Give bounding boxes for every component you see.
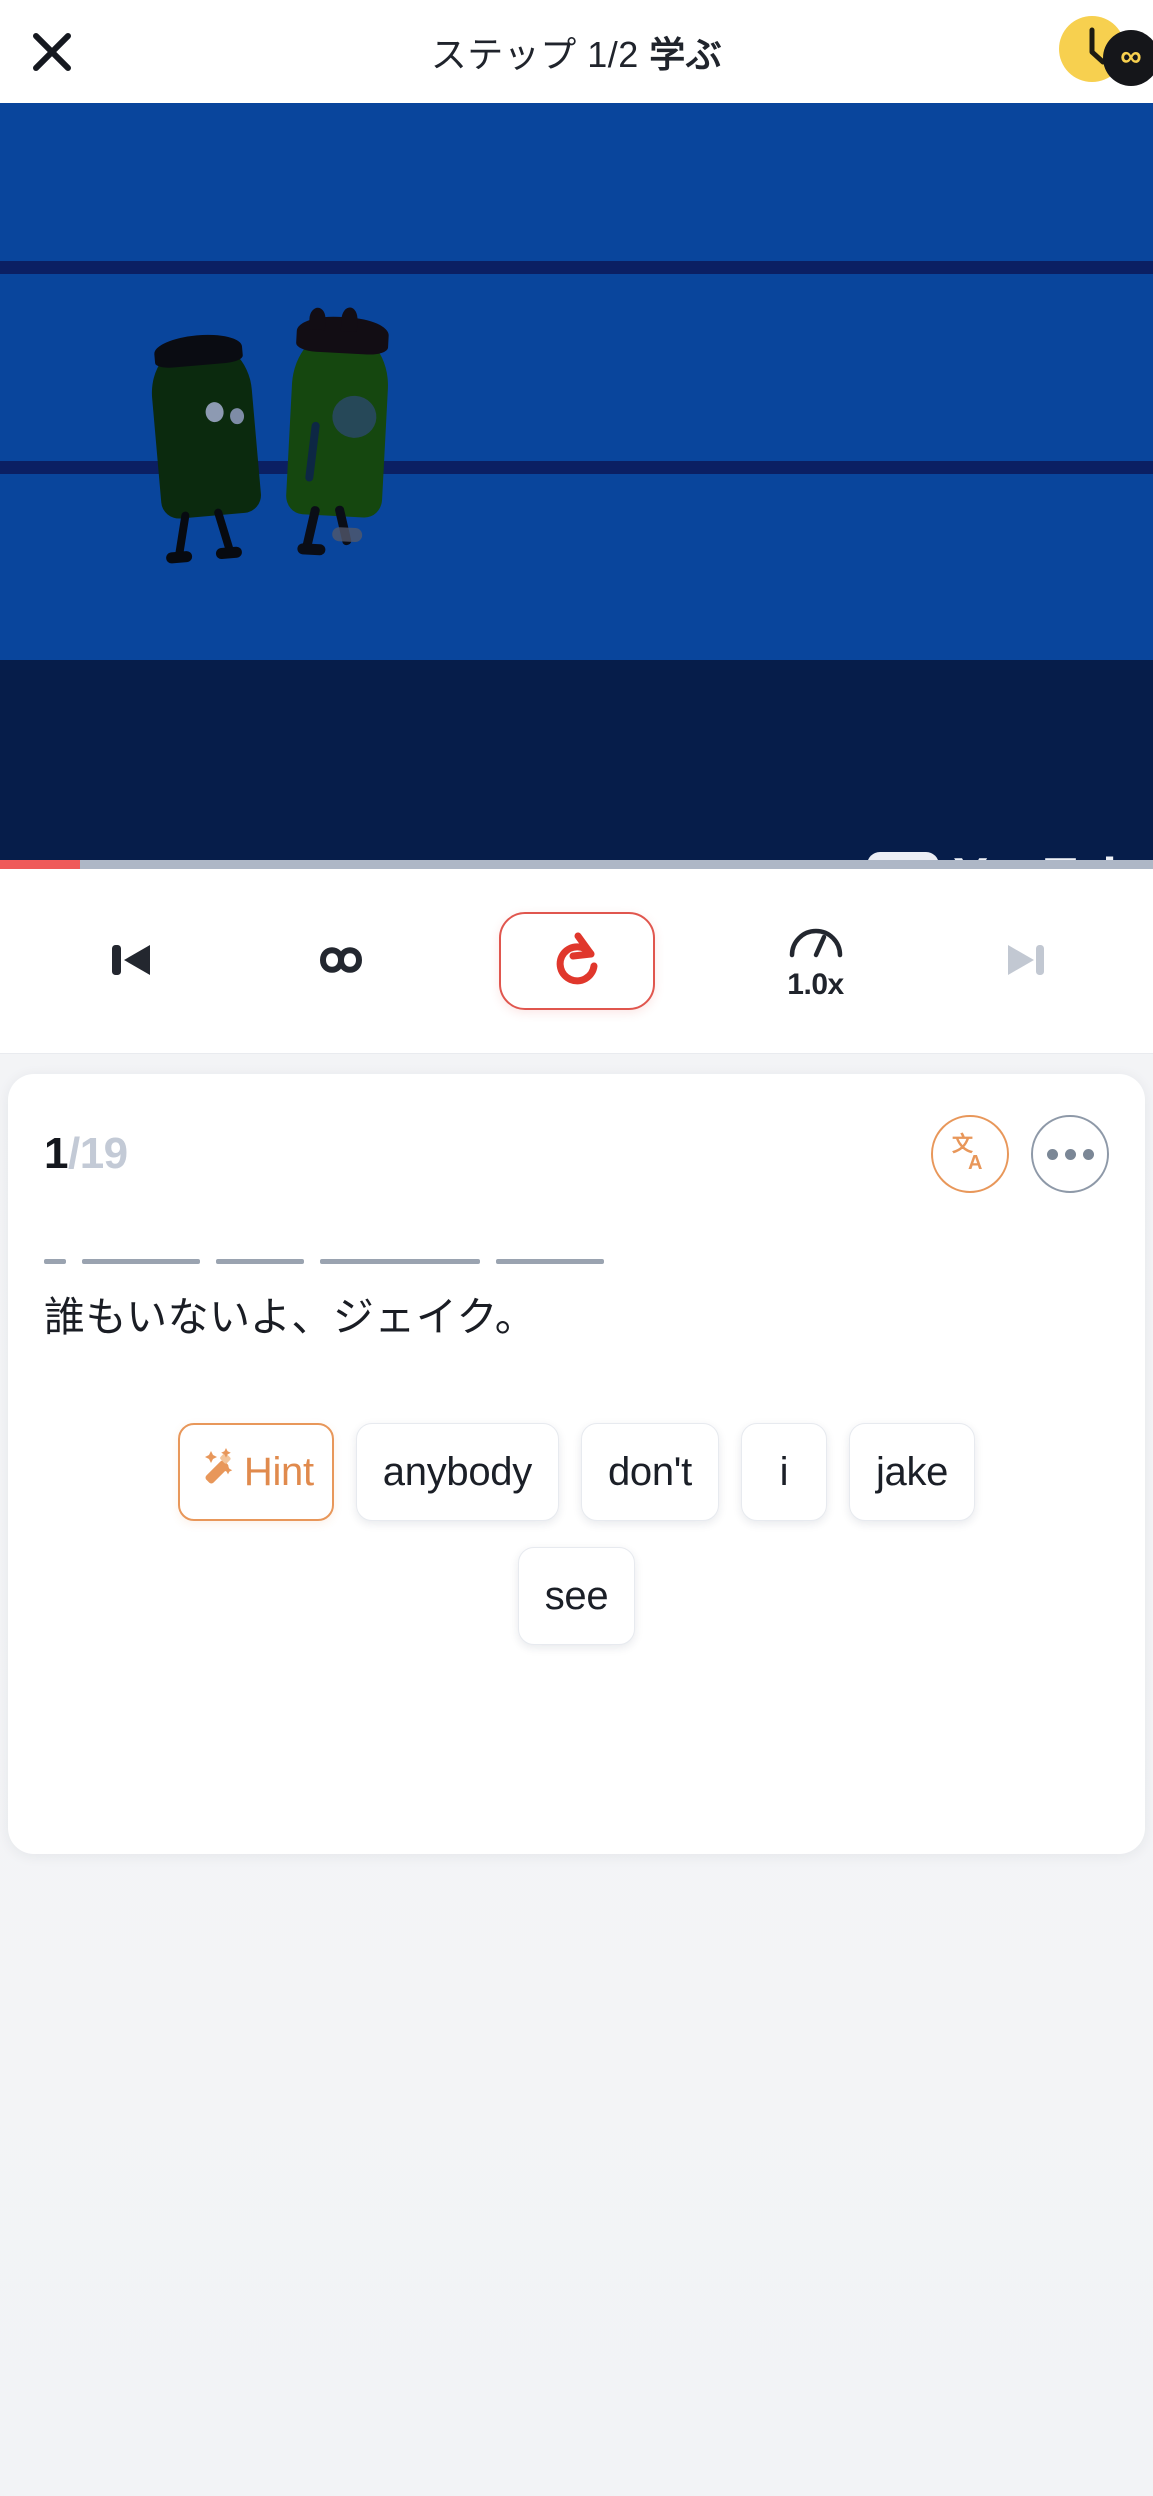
infinity-symbol: ∞: [1120, 39, 1142, 73]
word-choice[interactable]: i: [740, 1423, 827, 1522]
video-player[interactable]: YouTube: [0, 103, 1153, 860]
page-title-mode: 学ぶ: [649, 33, 723, 75]
playback-speed-label: 1.0x: [787, 967, 844, 1001]
playback-controls: 1.0x: [0, 869, 1153, 1054]
answer-blank: [496, 1259, 604, 1264]
video-progress-fill: [0, 860, 80, 869]
word-choice[interactable]: anybody: [355, 1423, 559, 1522]
youtube-watermark: YouTube: [867, 851, 1153, 860]
next-sentence-button[interactable]: [977, 933, 1073, 990]
skip-previous-icon: [102, 933, 156, 990]
replay-icon: [549, 930, 605, 993]
streak-badge[interactable]: ∞: [1059, 15, 1153, 88]
learn-screen: ステップ 1/2 学ぶ ∞ 1.0x 1/19 文 A 誰もいないよ、ジェイク。…: [0, 0, 1153, 2496]
sentence-counter: 1/19: [44, 1129, 128, 1179]
translate-button[interactable]: 文 A: [931, 1115, 1009, 1193]
word-choices-row-1: Hint anybody don't i jake: [44, 1423, 1109, 1522]
more-options-icon: [1046, 1148, 1094, 1160]
sentence-card: 1/19 文 A 誰もいないよ、ジェイク。 Hint anybody don't…: [8, 1074, 1145, 1854]
video-horizon-line-1: [0, 261, 1153, 274]
video-progress-bar[interactable]: [0, 860, 1153, 869]
page-title-step: ステップ 1/2: [430, 33, 650, 75]
speedometer-icon: [786, 921, 846, 964]
infinity-badge: ∞: [1103, 29, 1153, 86]
word-choices-row-2: see: [44, 1547, 1109, 1646]
app-header: ステップ 1/2 学ぶ ∞: [0, 0, 1153, 103]
youtube-play-icon: [867, 852, 940, 860]
video-ground: [0, 660, 1153, 860]
sentence-counter-current: 1: [44, 1129, 68, 1178]
card-header: 1/19 文 A: [44, 1114, 1109, 1194]
svg-text:A: A: [968, 1152, 982, 1174]
card-actions: 文 A: [931, 1115, 1109, 1193]
answer-blank: [44, 1259, 66, 1264]
sentence-translation: 誰もいないよ、ジェイク。: [44, 1294, 537, 1340]
word-choice[interactable]: don't: [580, 1423, 719, 1522]
playback-speed-button[interactable]: 1.0x: [768, 921, 864, 1002]
replay-button[interactable]: [498, 912, 655, 1010]
infinity-loop-icon: [301, 933, 375, 990]
word-choice[interactable]: see: [517, 1547, 636, 1646]
hint-button[interactable]: Hint: [177, 1423, 334, 1522]
word-choice[interactable]: jake: [848, 1423, 976, 1522]
answer-blanks: [44, 1242, 1109, 1264]
answer-blank: [82, 1259, 200, 1264]
youtube-wordmark: YouTube: [953, 851, 1153, 860]
magic-wand-icon: [198, 1445, 242, 1499]
loop-toggle-button[interactable]: [290, 933, 386, 990]
skip-next-icon: [998, 933, 1052, 990]
answer-blank: [216, 1259, 304, 1264]
page-title: ステップ 1/2 学ぶ: [431, 26, 723, 78]
translate-icon: 文 A: [948, 1130, 992, 1179]
previous-sentence-button[interactable]: [81, 933, 177, 990]
answer-blank: [320, 1259, 480, 1264]
sentence-counter-total: /19: [67, 1129, 128, 1178]
more-options-button[interactable]: [1031, 1115, 1109, 1193]
close-icon: [29, 29, 75, 75]
video-character-right: [285, 307, 391, 556]
hint-label: Hint: [243, 1449, 314, 1494]
close-button[interactable]: [16, 16, 88, 88]
